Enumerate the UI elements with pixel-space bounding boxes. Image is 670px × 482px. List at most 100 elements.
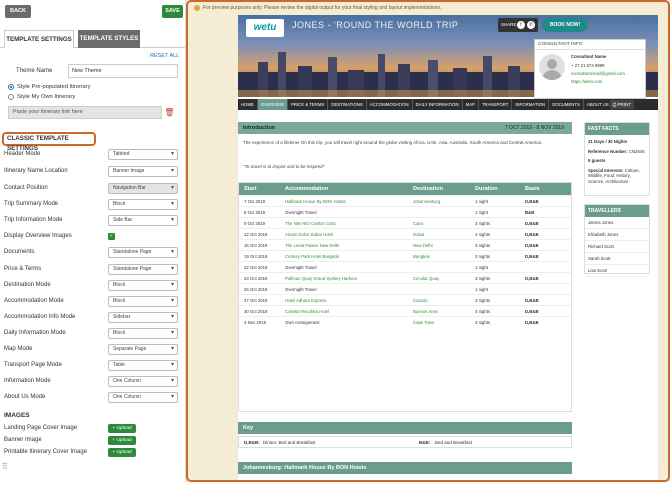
nav-home[interactable]: HOME (238, 99, 258, 110)
table-cell: 3 nights (475, 320, 491, 325)
print-label: PRINT (617, 102, 632, 107)
upload-landing-cover-button[interactable]: + Upload (108, 424, 136, 433)
table-row: 12 Oct 2019 Amani Dolce Dubai Hotel Dubai 4… (239, 228, 571, 239)
theme-name-label: Theme Name (16, 68, 53, 74)
trip-information-mode-select[interactable]: Side Bar (108, 215, 178, 226)
image-label: Printable Itinerary Cover Image (4, 449, 88, 455)
nav-information[interactable]: INFORMATION (512, 99, 550, 110)
key-code: D,B&B: (244, 440, 260, 445)
itinerary-page: wetu JONES - 'ROUND THE WORLD TRIP SHARE… (238, 15, 658, 480)
consultant-email[interactable]: consultantemail@gmail.com (571, 71, 625, 76)
warning-icon (194, 5, 200, 11)
introduction-header: Introduction 7 OCT 2019 - 8 NOV 2019 (238, 122, 572, 134)
nav-accommodation[interactable]: ACCOMMODATION (367, 99, 413, 110)
consultant-phone: + 27 21 674 9999 (571, 63, 605, 68)
travellers-title: TRAVELLERS (585, 205, 649, 217)
avatar-head-icon (547, 59, 557, 69)
table-row: 3 Nov 2019 Own Arrangement Cape Town 3 nigh… (239, 316, 571, 327)
drag-handle-icon[interactable]: ⠿ (2, 462, 8, 471)
fast-facts-guests: 5 guests (588, 158, 606, 163)
setting-label: About Us Mode (4, 394, 46, 400)
accommodation-info-mode-select[interactable]: Sidebar (108, 312, 178, 323)
table-row: 9 Oct 2019 The Nile Ritz-Carlton Cairo Cai… (239, 217, 571, 228)
introduction-title: Introduction (243, 125, 276, 131)
print-button[interactable]: ⎙ PRINT (609, 100, 634, 109)
radio-own-itinerary[interactable]: Style My Own Itinerary (8, 94, 75, 100)
table-row: 19 Oct 2019 Century Park Hotel Bangkok Ban… (239, 250, 571, 261)
nav-overview[interactable]: OVERVIEW (257, 99, 288, 110)
images-title: IMAGES (4, 412, 30, 419)
table-row: 27 Oct 2019 Hotel Adhara Express Cancún 3 n… (239, 294, 571, 305)
image-label: Landing Page Cover Image (4, 425, 78, 431)
setting-label: Documents (4, 249, 35, 255)
reset-all-link[interactable]: RESET ALL (150, 53, 179, 59)
table-row: 22 Oct 2019 Overnight Travel 1 night (239, 261, 571, 272)
setting-label: Display Overview Images (4, 233, 72, 239)
traveller-name: Elizabeth Jones (585, 229, 649, 241)
table-cell: 3 Nov 2019 (244, 320, 266, 325)
trash-icon[interactable]: 🗑 (163, 106, 176, 119)
radio-prepopulated[interactable]: Style Pre-populated Itinerary (8, 84, 90, 90)
nav-destinations[interactable]: DESTINATIONS (328, 99, 367, 110)
table-row: 7 Oct 2019 Hallmark House By BON Hotels Jo… (239, 195, 571, 206)
fast-facts-title: FAST FACTS (585, 123, 649, 135)
facebook-icon[interactable]: f (517, 21, 525, 29)
trip-summary-mode-select[interactable]: Block (108, 199, 178, 210)
key-desc: Dinner, Bed and Breakfast (263, 440, 316, 445)
itinerary-nav: HOME OVERVIEW PRICE & TERMS DESTINATIONS… (238, 99, 658, 110)
table-cell[interactable]: Cape Town (413, 317, 434, 328)
daily-information-mode-select[interactable]: Block (108, 328, 178, 339)
itinerary-link-input[interactable]: Paste your itinerary link here (8, 106, 162, 119)
nav-price-terms[interactable]: PRICE & TERMS (288, 99, 329, 110)
radio-checked-icon[interactable] (8, 84, 14, 90)
nav-map[interactable]: MAP (463, 99, 479, 110)
information-mode-select[interactable]: One Column (108, 376, 178, 387)
nav-transport[interactable]: TRANSPORT (479, 99, 513, 110)
save-button[interactable]: SAVE (162, 5, 183, 18)
destination-mode-select[interactable]: Block (108, 280, 178, 291)
table-cell: D,B&B (525, 320, 539, 325)
nav-daily-information[interactable]: DAILY INFORMATION (413, 99, 463, 110)
table-row: 8 Oct 2019 Overnight Travel 1 night B&B (239, 206, 571, 217)
tab-template-settings[interactable]: TEMPLATE SETTINGS (4, 30, 74, 48)
price-terms-select[interactable]: Standalone Page (108, 264, 178, 275)
fast-facts-ref-label: Reference Number: (588, 148, 628, 154)
phone-icon[interactable]: ✆ (527, 21, 535, 29)
nav-documents[interactable]: DOCUMENTS (549, 99, 584, 110)
contact-position-select[interactable]: Navigation Bar (108, 183, 178, 194)
avatar (539, 54, 565, 80)
setting-label: Trip Information Mode (4, 217, 63, 223)
map-mode-select[interactable]: Separate Page (108, 344, 178, 355)
setting-label: Destination Mode (4, 282, 51, 288)
theme-name-input[interactable]: New Theme (68, 64, 178, 78)
radio-label: Style My Own Itinerary (17, 94, 76, 100)
radio-unchecked-icon[interactable] (8, 94, 14, 100)
itinerary-name-location-select[interactable]: Banner Image (108, 166, 178, 177)
image-label: Banner Image (4, 437, 42, 443)
table-row: 26 Oct 2019 Overnight Travel 1 night (239, 283, 571, 294)
setting-label: Contact Position (4, 185, 48, 191)
accommodation-mode-select[interactable]: Block (108, 296, 178, 307)
tab-template-styles[interactable]: TEMPLATE STYLES (78, 30, 140, 48)
back-button[interactable]: BACK (5, 5, 31, 18)
th-duration: Duration (475, 186, 498, 192)
documents-select[interactable]: Standalone Page (108, 247, 178, 258)
consultant-website[interactable]: https://wetu.com (571, 79, 602, 84)
setting-label: Accommodation Mode (4, 298, 64, 304)
table-row: 30 Oct 2019 Cosetta Recoleta Hotel Buenos … (239, 305, 571, 316)
book-now-button[interactable]: BOOK NOW! (542, 18, 588, 32)
about-us-mode-select[interactable]: One Column (108, 392, 178, 403)
transport-page-mode-select[interactable]: Table (108, 360, 178, 371)
nav-about-us[interactable]: ABOUT US (584, 99, 613, 110)
radio-label: Style Pre-populated Itinerary (17, 84, 91, 90)
trip-dates: 7 OCT 2019 - 8 NOV 2019 (504, 125, 564, 131)
upload-banner-button[interactable]: + Upload (108, 436, 136, 445)
display-overview-images-checkbox[interactable]: ✓ (108, 233, 115, 240)
consultant-info-title: CONSULTANT INFO (535, 40, 645, 50)
header-mode-select[interactable]: Tabbed (108, 149, 178, 160)
key-code: B&B: (419, 440, 431, 445)
consultant-name: Consultant Name (571, 54, 607, 59)
share-label: SHARE (501, 22, 517, 27)
consultant-info-card: CONSULTANT INFO Consultant Name + 27 21 … (534, 39, 646, 99)
upload-printable-cover-button[interactable]: + Upload (108, 448, 136, 457)
